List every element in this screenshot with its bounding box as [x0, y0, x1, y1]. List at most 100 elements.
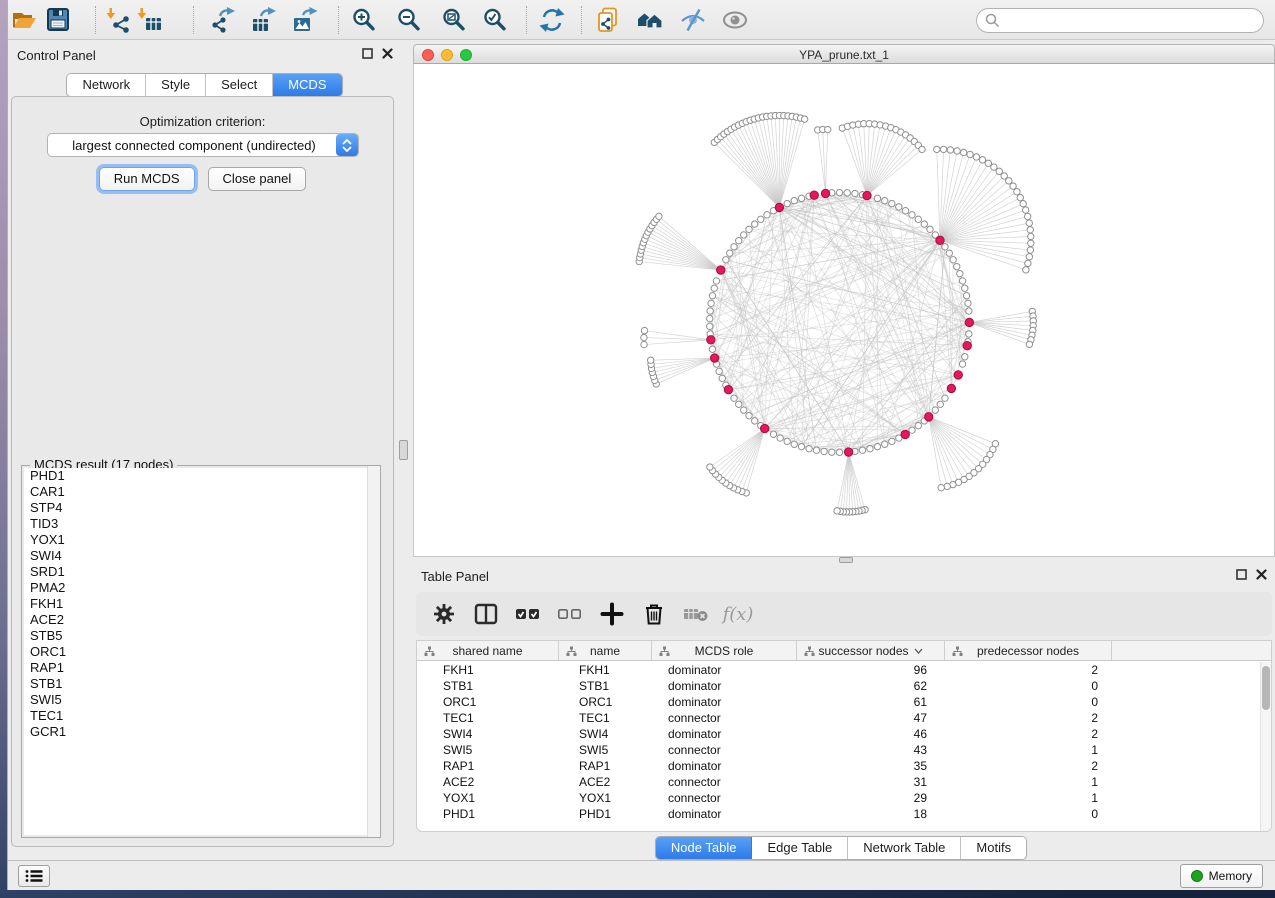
table-row[interactable]: STB1STB1dominator620 — [417, 678, 1271, 694]
open-file-icon[interactable] — [10, 4, 40, 36]
table-row[interactable]: ORC1ORC1dominator610 — [417, 694, 1271, 710]
panel-menu-button[interactable] — [18, 865, 50, 887]
graph-mcds-hub-node[interactable] — [925, 413, 933, 421]
close-panel-icon[interactable] — [382, 48, 393, 59]
table-cell[interactable]: 2 — [945, 662, 1112, 678]
table-cell[interactable]: ACE2 — [417, 774, 559, 790]
graph-ring-node[interactable] — [966, 308, 972, 314]
mcds-result-item[interactable]: STB5 — [24, 628, 378, 644]
graph-leaf-node[interactable] — [801, 116, 807, 122]
graph-ring-node[interactable] — [806, 446, 812, 452]
graph-ring-node[interactable] — [932, 407, 938, 413]
mcds-result-item[interactable]: SWI4 — [24, 548, 378, 564]
tab-edge-table[interactable]: Edge Table — [752, 837, 848, 859]
tab-style[interactable]: Style — [146, 74, 206, 96]
table-cell[interactable]: 35 — [797, 758, 945, 774]
table-row[interactable]: TEC1TEC1connector472 — [417, 710, 1271, 726]
graph-mcds-hub-node[interactable] — [775, 203, 783, 211]
graph-ring-node[interactable] — [962, 354, 968, 360]
graph-leaf-node[interactable] — [1024, 213, 1030, 219]
zoom-out-icon[interactable] — [394, 4, 424, 36]
table-cell[interactable]: 18 — [797, 806, 945, 822]
table-row[interactable]: ACE2ACE2connector311 — [417, 774, 1271, 790]
table-cell[interactable]: 0 — [945, 678, 1112, 694]
graph-ring-node[interactable] — [707, 308, 713, 314]
graph-ring-node[interactable] — [798, 195, 804, 201]
table-cell[interactable]: 96 — [797, 662, 945, 678]
graph-ring-node[interactable] — [927, 226, 933, 232]
graph-leaf-node[interactable] — [1027, 227, 1033, 233]
graph-mcds-hub-node[interactable] — [954, 371, 962, 379]
table-cell[interactable]: dominator — [652, 678, 797, 694]
mcds-result-item[interactable]: SWI5 — [24, 692, 378, 708]
graph-leaf-node[interactable] — [1017, 194, 1023, 200]
graph-mcds-hub-node[interactable] — [724, 386, 732, 394]
graph-ring-node[interactable] — [758, 216, 764, 222]
graph-ring-node[interactable] — [752, 221, 758, 227]
mcds-result-item[interactable]: STP4 — [24, 500, 378, 516]
table-cell[interactable]: 0 — [945, 694, 1112, 710]
graph-ring-node[interactable] — [784, 438, 790, 444]
table-cell[interactable]: FKH1 — [559, 662, 652, 678]
graph-ring-node[interactable] — [736, 237, 742, 243]
graph-ring-node[interactable] — [784, 200, 790, 206]
graph-ring-node[interactable] — [902, 208, 908, 214]
graph-ring-node[interactable] — [950, 257, 956, 263]
graph-leaf-node[interactable] — [954, 148, 960, 154]
graph-leaf-node[interactable] — [1014, 189, 1020, 195]
table-cell[interactable]: FKH1 — [417, 662, 559, 678]
graph-ring-node[interactable] — [752, 418, 758, 424]
graph-leaf-node[interactable] — [1020, 201, 1026, 207]
tab-motifs[interactable]: Motifs — [961, 837, 1026, 859]
zoom-selected-icon[interactable] — [480, 4, 510, 36]
mcds-result-item[interactable]: RAP1 — [24, 660, 378, 676]
table-row[interactable]: YOX1YOX1connector291 — [417, 790, 1271, 806]
tab-network-table[interactable]: Network Table — [848, 837, 961, 859]
graph-leaf-node[interactable] — [960, 149, 966, 155]
mcds-result-item[interactable]: YOX1 — [24, 532, 378, 548]
home-icon[interactable] — [635, 4, 665, 36]
graph-ring-node[interactable] — [716, 368, 722, 374]
table-cell[interactable]: 2 — [945, 726, 1112, 742]
graph-ring-node[interactable] — [829, 449, 835, 455]
float-panel-icon[interactable] — [362, 48, 373, 59]
table-cell[interactable]: 2 — [945, 710, 1112, 726]
table-row[interactable]: SWI5SWI5connector431 — [417, 742, 1271, 758]
graph-ring-node[interactable] — [723, 257, 729, 263]
graph-mcds-hub-node[interactable] — [760, 424, 768, 432]
table-cell[interactable]: 62 — [797, 678, 945, 694]
graph-ring-node[interactable] — [909, 212, 915, 218]
table-cell[interactable]: PHD1 — [417, 806, 559, 822]
graph-ring-node[interactable] — [713, 278, 719, 284]
graph-ring-node[interactable] — [882, 198, 888, 204]
tab-node-table[interactable]: Node Table — [656, 837, 753, 859]
table-cell[interactable]: TEC1 — [417, 710, 559, 726]
graph-ring-node[interactable] — [959, 361, 965, 367]
clear-table-icon[interactable] — [682, 600, 710, 628]
table-row[interactable]: PHD1PHD1dominator180 — [417, 806, 1271, 822]
graph-ring-node[interactable] — [852, 190, 858, 196]
search-input[interactable] — [1000, 13, 1263, 28]
save-session-icon[interactable] — [43, 4, 73, 36]
export-table-icon[interactable] — [249, 4, 279, 36]
criterion-select[interactable]: largest connected component (undirected) — [47, 133, 359, 157]
graph-ring-node[interactable] — [963, 293, 969, 299]
graph-leaf-node[interactable] — [973, 154, 979, 160]
graph-mcds-hub-node[interactable] — [707, 336, 715, 344]
table-cell[interactable]: dominator — [652, 726, 797, 742]
graph-mcds-hub-node[interactable] — [901, 430, 909, 438]
graph-ring-node[interactable] — [836, 449, 842, 455]
graph-ring-node[interactable] — [791, 198, 797, 204]
graph-ring-node[interactable] — [707, 323, 713, 329]
table-cell[interactable]: SWI4 — [559, 726, 652, 742]
graph-leaf-node[interactable] — [1027, 247, 1033, 253]
graph-leaf-node[interactable] — [940, 146, 946, 152]
graph-ring-node[interactable] — [957, 270, 963, 276]
graph-ring-node[interactable] — [777, 435, 783, 441]
table-cell[interactable]: SWI5 — [559, 742, 652, 758]
run-mcds-button[interactable]: Run MCDS — [99, 167, 195, 191]
export-image-icon[interactable] — [290, 4, 320, 36]
table-cell[interactable]: STB1 — [417, 678, 559, 694]
function-builder-icon[interactable]: f(x) — [724, 600, 752, 628]
table-cell[interactable]: YOX1 — [559, 790, 652, 806]
